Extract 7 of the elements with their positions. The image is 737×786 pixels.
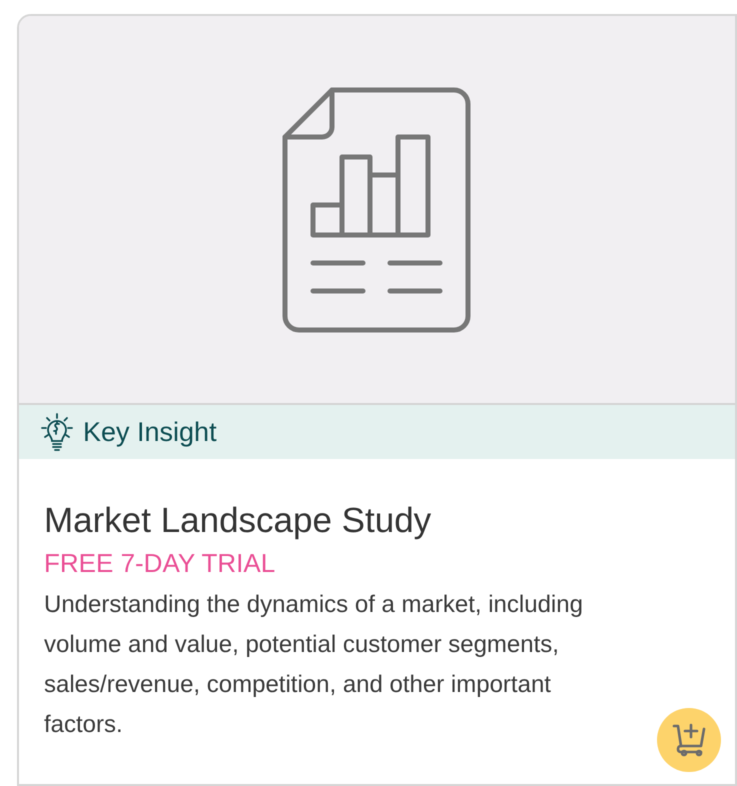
card-description: Understanding the dynamics of a market, including volume and value, potential customer segments, sales/revenue, competition, and other important factors.	[44, 590, 584, 740]
trial-label: FREE 7-DAY TRIAL	[44, 547, 276, 580]
tag-label: Key Insight	[83, 416, 217, 449]
report-icon	[282, 86, 472, 332]
card-title: Market Landscape Study	[44, 500, 432, 542]
lightbulb-icon	[41, 412, 73, 452]
cart-plus-icon	[672, 723, 706, 757]
